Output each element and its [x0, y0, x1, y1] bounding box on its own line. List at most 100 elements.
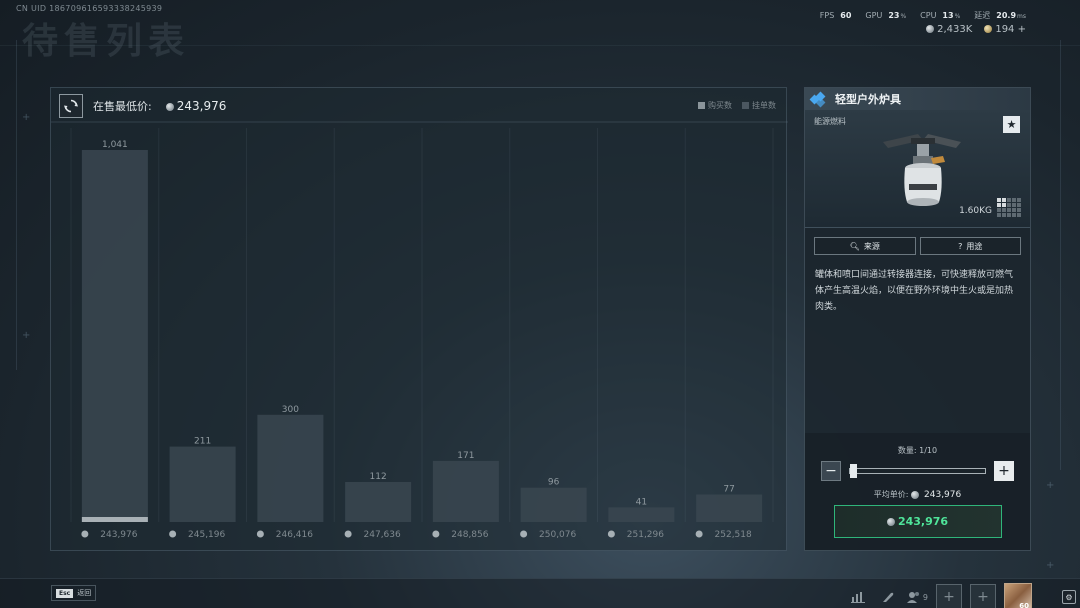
buy-price: 243,976 [897, 515, 949, 528]
bottom-icons: 9 + + 60 [847, 583, 1032, 608]
min-price: 243,976 [165, 99, 226, 113]
settings-icon[interactable]: ⚙ [1062, 590, 1076, 604]
chart-header: 在售最低价: 243,976 [59, 94, 226, 118]
fps-value: 60 [840, 11, 852, 20]
category-label: 250,076 [539, 530, 576, 540]
buy-button[interactable]: 243,976 [833, 505, 1002, 538]
bar-3[interactable] [345, 481, 412, 522]
team-slot-empty[interactable]: + [936, 584, 962, 608]
decrease-quantity-button[interactable]: − [821, 461, 841, 481]
player-avatar[interactable]: 60 [1004, 583, 1032, 608]
bar-value-label: 112 [370, 472, 387, 482]
legend-sell: 挂单数 [742, 100, 776, 111]
gold-currency[interactable]: 194 + [984, 24, 1026, 35]
search-icon: 🔍︎ [849, 241, 860, 251]
currency-row: 2,433K 194 + [926, 24, 1026, 35]
bar-1[interactable] [169, 446, 236, 522]
bar-2[interactable] [257, 414, 324, 522]
cpu-value: 13 [942, 11, 954, 20]
bar-value-label: 77 [723, 484, 734, 494]
deco-cross: + [1046, 560, 1055, 571]
item-weight: 1.60KG [959, 206, 992, 216]
purchase-area: 数量: 1/10 − + 平均单价: 243,976 243,976 [805, 433, 1030, 550]
refresh-icon [64, 99, 78, 113]
price-distribution-panel: 1,041 243,976 211 245,196 300 246,416 112 247,6… [50, 87, 788, 551]
friends-button[interactable]: 9 [906, 591, 928, 603]
item-description: 罐体和喷口间通过转接器连接，可快速释放可燃气体产生高温火焰，以便在野外环境中生火… [815, 270, 1014, 312]
feather-icon[interactable] [877, 586, 899, 608]
category-label: 245,196 [188, 530, 225, 540]
silver-coin-icon [169, 530, 177, 538]
refresh-button[interactable] [59, 94, 83, 118]
increase-quantity-button[interactable]: + [994, 461, 1014, 481]
item-image-area: 能源燃料 ★ 1.60KG [805, 110, 1030, 228]
silver-amount: 2,433K [937, 24, 973, 35]
question-icon: ? [958, 241, 963, 251]
silver-coin-icon [256, 530, 264, 538]
team-slot-empty[interactable]: + [970, 584, 996, 608]
fps-stat: FPS 60 [820, 11, 852, 20]
average-price-row: 平均单价: 243,976 [805, 489, 1030, 500]
cpu-stat: CPU 13% [920, 11, 960, 20]
category-label: 243,976 [100, 530, 137, 540]
latency-value: 20.9 [996, 11, 1017, 20]
back-label: 返回 [77, 589, 92, 597]
category-label: 247,636 [364, 530, 401, 540]
bar-value-label: 171 [457, 451, 474, 461]
latency-unit: ms [1017, 13, 1026, 20]
item-name: 轻型户外炉具 [835, 93, 901, 106]
deco-cross: + [1046, 480, 1055, 491]
deco-line [16, 40, 17, 370]
bar-6[interactable] [608, 507, 675, 522]
silver-coin-icon [695, 530, 703, 538]
deco-cross: + [22, 112, 31, 123]
legend-buy-label: 购买数 [708, 101, 732, 110]
bottom-bar: Esc 返回 9 + + 60 ⚙ [0, 578, 1080, 608]
item-detail-panel: 轻型户外炉具 能源燃料 ★ 1.60KG 🔍︎ 来源 ? 用途 罐体和喷口间通过转接… [804, 87, 1031, 551]
legend-buy: 购买数 [698, 100, 732, 111]
category-label: 252,518 [715, 530, 752, 540]
quantity-slider-thumb[interactable] [850, 464, 857, 478]
silver-coin-icon [165, 102, 174, 111]
users-icon [906, 592, 919, 603]
deco-line [0, 45, 1080, 46]
gold-coin-icon [984, 25, 993, 33]
legend-sell-label: 挂单数 [752, 101, 776, 110]
friends-count: 9 [922, 592, 928, 602]
gpu-label: GPU [865, 11, 883, 20]
bar-7[interactable] [696, 494, 763, 522]
silver-coin-icon [344, 530, 352, 538]
add-currency-button[interactable]: + [1018, 24, 1026, 35]
esc-key-hint: Esc [56, 588, 74, 598]
back-button[interactable]: Esc 返回 [51, 585, 97, 601]
stats-chart-icon[interactable] [847, 586, 869, 608]
cpu-label: CPU [920, 11, 937, 20]
price-bar-chart: 1,041 243,976 211 245,196 300 246,416 112 247,6… [51, 121, 788, 540]
favorite-star-button[interactable]: ★ [1003, 116, 1020, 133]
gold-amount: 194 [995, 24, 1015, 35]
silver-currency: 2,433K [926, 24, 972, 35]
deco-cross: + [22, 330, 31, 341]
bar-value-label: 1,041 [102, 140, 128, 150]
rarity-diamond-icon [809, 91, 829, 108]
quantity-label: 数量: 1/10 [897, 446, 938, 455]
quantity-slider[interactable] [849, 464, 986, 478]
bar-0[interactable] [81, 150, 148, 522]
source-button[interactable]: 🔍︎ 来源 [814, 237, 916, 255]
bar-5[interactable] [520, 487, 587, 522]
silver-coin-icon [81, 530, 89, 538]
camping-stove-icon [883, 134, 961, 206]
item-size-grid-icon [997, 198, 1021, 217]
legend-buy-swatch [698, 102, 705, 109]
silver-coin-icon [886, 517, 895, 526]
usage-button[interactable]: ? 用途 [919, 237, 1021, 255]
category-label: 248,856 [451, 530, 488, 540]
gpu-value: 23 [888, 11, 900, 20]
source-button-label: 来源 [863, 241, 880, 251]
cpu-unit: % [954, 13, 961, 20]
bar-value-label: 300 [282, 405, 299, 415]
bar-4[interactable] [432, 460, 499, 522]
item-category: 能源燃料 [814, 117, 846, 126]
silver-coin-icon [926, 25, 935, 33]
bar-highlight [81, 517, 148, 522]
